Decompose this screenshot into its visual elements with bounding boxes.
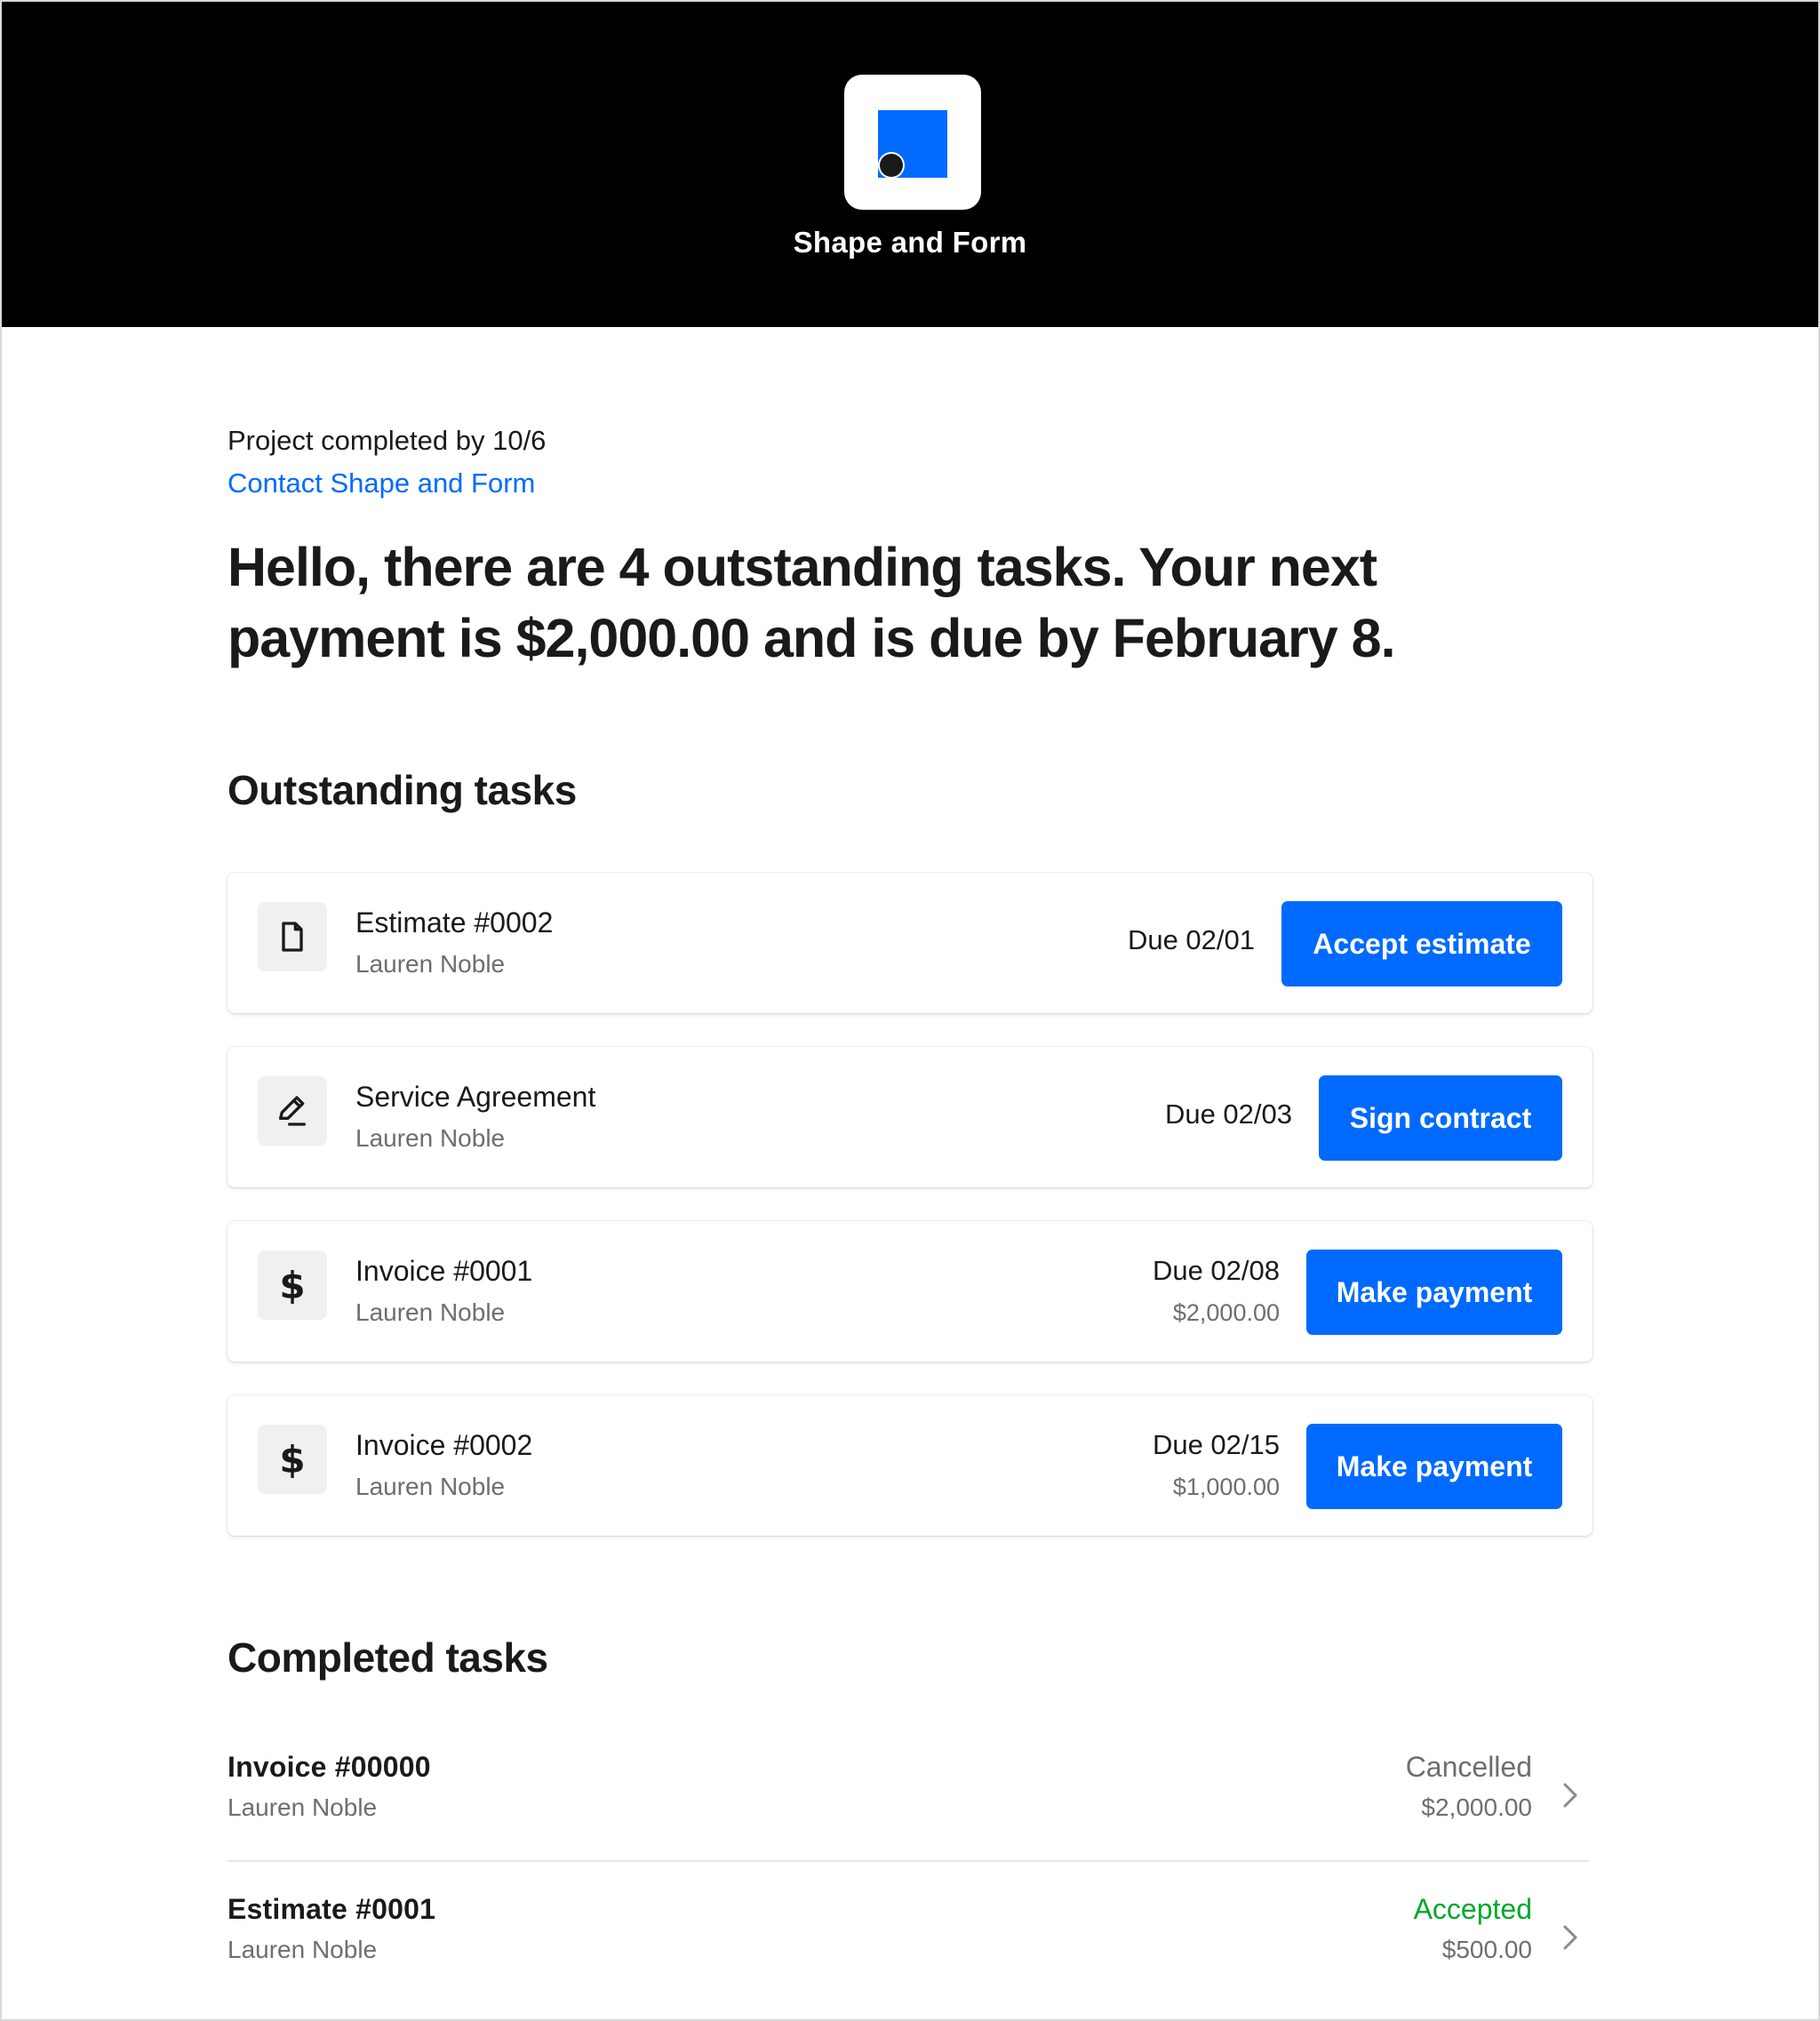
pen-icon <box>258 1076 327 1146</box>
task-card: $ Invoice #0002 Lauren Noble Due 02/15 $… <box>228 1395 1592 1536</box>
task-card: $ Invoice #0001 Lauren Noble Due 02/08 $… <box>228 1221 1592 1362</box>
accept-estimate-button[interactable]: Accept estimate <box>1281 901 1562 987</box>
completed-task-subtitle: Lauren Noble <box>228 1936 378 1963</box>
contact-link[interactable]: Contact Shape and Form <box>228 467 535 499</box>
completed-task-row[interactable]: Estimate #0001 Lauren Noble Accepted $50… <box>228 1875 1589 2017</box>
task-due-date: Due 02/01 <box>1127 924 1255 955</box>
task-title: Service Agreement <box>355 1081 596 1113</box>
completed-task-amount: $2,000.00 <box>1421 1793 1532 1821</box>
completed-task-title: Estimate #0001 <box>228 1893 436 1925</box>
task-subtitle: Lauren Noble <box>355 1298 506 1326</box>
completed-task-row[interactable]: Invoice #00000 Lauren Noble Cancelled $2… <box>228 1733 1589 1875</box>
row-divider <box>228 1860 1589 1862</box>
completed-task-subtitle: Lauren Noble <box>228 1793 378 1821</box>
completed-tasks-title: Completed tasks <box>228 1634 548 1681</box>
brand-header: Shape and Form <box>2 2 1818 327</box>
sign-contract-button[interactable]: Sign contract <box>1319 1075 1562 1161</box>
task-due-date: Due 02/03 <box>1164 1098 1292 1130</box>
dollar-icon: $ <box>258 1425 327 1494</box>
task-title: Estimate #0002 <box>355 907 554 939</box>
task-title: Invoice #0001 <box>355 1255 533 1287</box>
task-card: Service Agreement Lauren Noble Due 02/03… <box>228 1047 1592 1187</box>
task-due-date: Due 02/08 <box>1152 1255 1280 1286</box>
document-icon <box>258 902 327 971</box>
make-payment-button[interactable]: Make payment <box>1306 1424 1562 1509</box>
logo-mark-icon <box>878 110 947 179</box>
chevron-right-icon[interactable] <box>1557 1777 1584 1813</box>
brand-logo <box>844 75 981 210</box>
project-status: Project completed by 10/6 <box>228 425 547 456</box>
task-card: Estimate #0002 Lauren Noble Due 02/01 Ac… <box>228 873 1592 1013</box>
task-title: Invoice #0002 <box>355 1429 533 1461</box>
completed-task-title: Invoice #00000 <box>228 1751 431 1783</box>
make-payment-button[interactable]: Make payment <box>1306 1250 1562 1335</box>
chevron-right-icon[interactable] <box>1557 1920 1584 1955</box>
status-cancelled: Cancelled <box>1405 1751 1532 1783</box>
completed-task-amount: $500.00 <box>1441 1936 1532 1963</box>
task-subtitle: Lauren Noble <box>355 1124 506 1152</box>
outstanding-tasks-title: Outstanding tasks <box>228 767 577 813</box>
task-amount: $2,000.00 <box>1172 1299 1280 1326</box>
greeting-heading: Hello, there are 4 outstanding tasks. Yo… <box>228 537 1396 668</box>
status-accepted: Accepted <box>1413 1893 1532 1925</box>
task-subtitle: Lauren Noble <box>355 1473 506 1500</box>
task-subtitle: Lauren Noble <box>355 950 506 978</box>
dollar-icon: $ <box>258 1250 327 1320</box>
task-due-date: Due 02/15 <box>1152 1429 1280 1460</box>
brand-name: Shape and Form <box>793 226 1027 259</box>
task-amount: $1,000.00 <box>1172 1474 1280 1500</box>
